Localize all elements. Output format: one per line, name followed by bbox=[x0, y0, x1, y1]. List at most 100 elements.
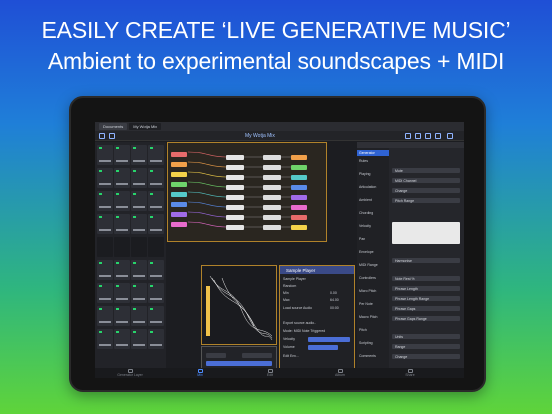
settings-icon[interactable] bbox=[435, 133, 441, 139]
change-field[interactable]: Change bbox=[392, 354, 460, 359]
rhythm-grid[interactable] bbox=[392, 222, 460, 244]
side-item[interactable]: Chording bbox=[359, 211, 373, 215]
harmonise-toggle[interactable]: Harmonise bbox=[392, 258, 460, 263]
tab-documents[interactable]: Documents bbox=[99, 123, 128, 130]
sample-row[interactable]: Export source audio.. bbox=[283, 321, 316, 325]
fx-node[interactable] bbox=[291, 155, 307, 160]
midi-node[interactable] bbox=[226, 225, 244, 230]
phrase-gaps-range-field[interactable]: Phrase Gaps Range bbox=[392, 316, 460, 321]
fx-node[interactable] bbox=[291, 205, 307, 210]
channel-node[interactable] bbox=[263, 185, 281, 190]
mix-chip[interactable] bbox=[242, 353, 272, 358]
generator-cell[interactable] bbox=[97, 260, 113, 280]
sample-value[interactable]: 00:00 bbox=[330, 306, 339, 310]
generator-cell[interactable] bbox=[114, 329, 130, 349]
generator-cell[interactable] bbox=[97, 237, 113, 257]
fx-node[interactable] bbox=[291, 195, 307, 200]
midi-node[interactable] bbox=[226, 205, 244, 210]
side-item[interactable]: Comments bbox=[359, 354, 376, 358]
generator-cell[interactable] bbox=[114, 260, 130, 280]
generator-cell[interactable] bbox=[131, 329, 147, 349]
phrase-length-range-field[interactable]: Phrase Length Range bbox=[392, 296, 460, 301]
channel-node[interactable] bbox=[263, 155, 281, 160]
channel-node[interactable] bbox=[263, 175, 281, 180]
generator-cell[interactable] bbox=[131, 214, 147, 234]
grid-icon[interactable] bbox=[109, 133, 115, 139]
side-item[interactable]: Generator bbox=[359, 151, 375, 155]
sample-row[interactable]: Mode: MIDI Note Triggered bbox=[283, 329, 325, 333]
generator-cell[interactable] bbox=[131, 191, 147, 211]
channel-node[interactable] bbox=[263, 195, 281, 200]
generator-cell[interactable] bbox=[131, 168, 147, 188]
fx-node[interactable] bbox=[291, 225, 307, 230]
midi-node[interactable] bbox=[226, 215, 244, 220]
side-item[interactable]: Ambient bbox=[359, 198, 372, 202]
channel-node[interactable] bbox=[263, 215, 281, 220]
tab-album[interactable]: Album bbox=[325, 369, 355, 377]
velocity-slider[interactable] bbox=[308, 337, 350, 342]
generator-cell[interactable] bbox=[148, 145, 164, 165]
generator-cell[interactable] bbox=[114, 191, 130, 211]
change-select[interactable]: Change bbox=[392, 188, 460, 193]
side-item[interactable]: Velocity bbox=[359, 224, 371, 228]
units-field[interactable]: Units bbox=[392, 334, 460, 339]
generator-cell[interactable] bbox=[97, 306, 113, 326]
folder-icon[interactable] bbox=[99, 133, 105, 139]
fx-node[interactable] bbox=[291, 185, 307, 190]
tab-edit[interactable]: Edit bbox=[255, 369, 285, 377]
midi-node[interactable] bbox=[226, 165, 244, 170]
side-item[interactable]: Rules bbox=[359, 159, 368, 163]
generator-cell[interactable] bbox=[97, 145, 113, 165]
generator-cell[interactable] bbox=[148, 214, 164, 234]
side-item[interactable]: Per Note bbox=[359, 302, 373, 306]
generator-cell[interactable] bbox=[131, 283, 147, 303]
generator-cell[interactable] bbox=[114, 168, 130, 188]
channel-node[interactable] bbox=[263, 165, 281, 170]
generator-cell[interactable] bbox=[148, 237, 164, 257]
side-item[interactable]: Articulation bbox=[359, 185, 376, 189]
generator-cell[interactable] bbox=[114, 237, 130, 257]
generator-cell[interactable] bbox=[131, 306, 147, 326]
fx-node[interactable] bbox=[291, 175, 307, 180]
midi-node[interactable] bbox=[226, 175, 244, 180]
generator-cell[interactable] bbox=[148, 260, 164, 280]
sample-row[interactable]: Edit Env... bbox=[283, 354, 299, 358]
range-field[interactable]: Range bbox=[392, 344, 460, 349]
generator-cell[interactable] bbox=[114, 306, 130, 326]
side-item[interactable]: Envelope bbox=[359, 250, 374, 254]
note-rest-field[interactable]: Note Rest % bbox=[392, 276, 460, 281]
generator-cell[interactable] bbox=[114, 283, 130, 303]
midi-node[interactable] bbox=[226, 185, 244, 190]
fx-node[interactable] bbox=[291, 165, 307, 170]
channel-node[interactable] bbox=[263, 225, 281, 230]
side-item[interactable]: MIDI Range bbox=[359, 263, 378, 267]
generator-cell[interactable] bbox=[131, 237, 147, 257]
side-item[interactable]: Playing bbox=[359, 172, 370, 176]
generator-cell[interactable] bbox=[131, 260, 147, 280]
generator-cell[interactable] bbox=[131, 145, 147, 165]
generator-cell[interactable] bbox=[148, 191, 164, 211]
fx-node[interactable] bbox=[291, 215, 307, 220]
volume-slider[interactable] bbox=[308, 345, 338, 350]
side-item[interactable]: Pitch bbox=[359, 328, 367, 332]
generator-cell[interactable] bbox=[148, 306, 164, 326]
midi-channel-select[interactable]: MIDI Channel bbox=[392, 178, 460, 183]
side-item[interactable]: Macro Pitch bbox=[359, 315, 377, 319]
redo-icon[interactable] bbox=[415, 133, 421, 139]
tab-mix[interactable]: Mix bbox=[185, 369, 215, 377]
generator-cell[interactable] bbox=[148, 329, 164, 349]
phrase-length-field[interactable]: Phrase Length bbox=[392, 286, 460, 291]
tab-generator-layer[interactable]: Generator Layer bbox=[115, 369, 145, 377]
undo-icon[interactable] bbox=[405, 133, 411, 139]
generator-cell[interactable] bbox=[97, 214, 113, 234]
share-icon[interactable] bbox=[425, 133, 431, 139]
help-icon[interactable] bbox=[447, 133, 453, 139]
pitch-range-select[interactable]: Pitch Range bbox=[392, 198, 460, 203]
sample-value[interactable]: 64.00 bbox=[330, 298, 339, 302]
tab-current-mix[interactable]: My Wotja Mix bbox=[129, 123, 162, 130]
mix-level[interactable] bbox=[206, 361, 272, 366]
phrase-gaps-field[interactable]: Phrase Gaps bbox=[392, 306, 460, 311]
generator-cell[interactable] bbox=[97, 191, 113, 211]
generator-cell[interactable] bbox=[114, 214, 130, 234]
generator-cell[interactable] bbox=[97, 283, 113, 303]
